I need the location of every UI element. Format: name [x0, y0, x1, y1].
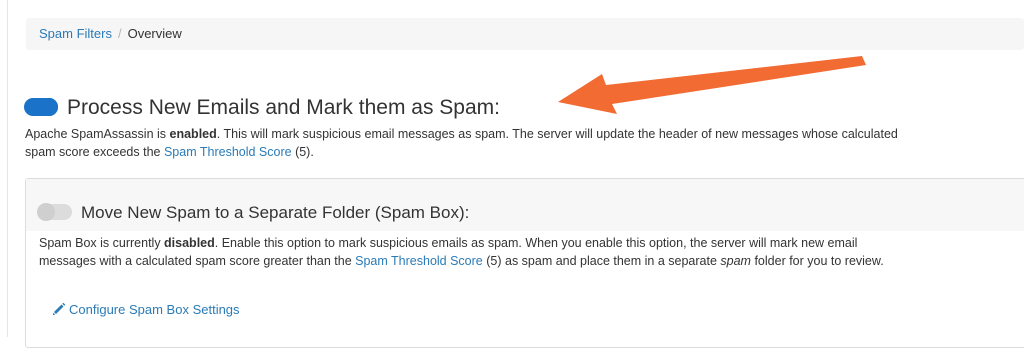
process-spam-toggle[interactable]	[24, 98, 58, 116]
spam-box-desc-after-link: (5) as spam and place them in a separate	[482, 254, 721, 268]
breadcrumb: Spam Filters / Overview	[26, 18, 1024, 50]
spam-box-desc-end: folder for you to review.	[750, 254, 884, 268]
spam-box-desc-italic: spam	[720, 254, 751, 268]
process-spam-title: Process New Emails and Mark them as Spam…	[67, 96, 500, 119]
spam-box-desc-prefix: Spam Box is currently	[39, 236, 165, 250]
pencil-icon	[52, 302, 66, 316]
process-threshold-value: (5).	[291, 145, 314, 159]
configure-spam-box-label: Configure Spam Box Settings	[69, 302, 240, 317]
annotation-arrow-icon	[558, 56, 866, 114]
spam-box-description: Spam Box is currently disabled. Enable t…	[39, 234, 899, 270]
process-spam-toggle-knob	[40, 98, 58, 116]
process-status-text: enabled	[169, 127, 217, 141]
breadcrumb-spam-filters-link[interactable]: Spam Filters	[39, 26, 112, 41]
breadcrumb-separator: /	[117, 26, 122, 41]
spam-box-status-text: disabled	[164, 236, 215, 250]
spam-box-title: Move New Spam to a Separate Folder (Spam…	[81, 203, 470, 222]
spam-box-toggle[interactable]	[37, 203, 72, 221]
process-desc-prefix: Apache SpamAssassin is	[25, 127, 170, 141]
sidebar-divider	[7, 0, 8, 337]
spam-box-threshold-link[interactable]: Spam Threshold Score	[355, 254, 483, 268]
configure-spam-box-link[interactable]: Configure Spam Box Settings	[52, 300, 240, 320]
breadcrumb-current: Overview	[127, 26, 182, 41]
process-threshold-link[interactable]: Spam Threshold Score	[164, 145, 292, 159]
spam-box-toggle-knob	[37, 203, 55, 221]
